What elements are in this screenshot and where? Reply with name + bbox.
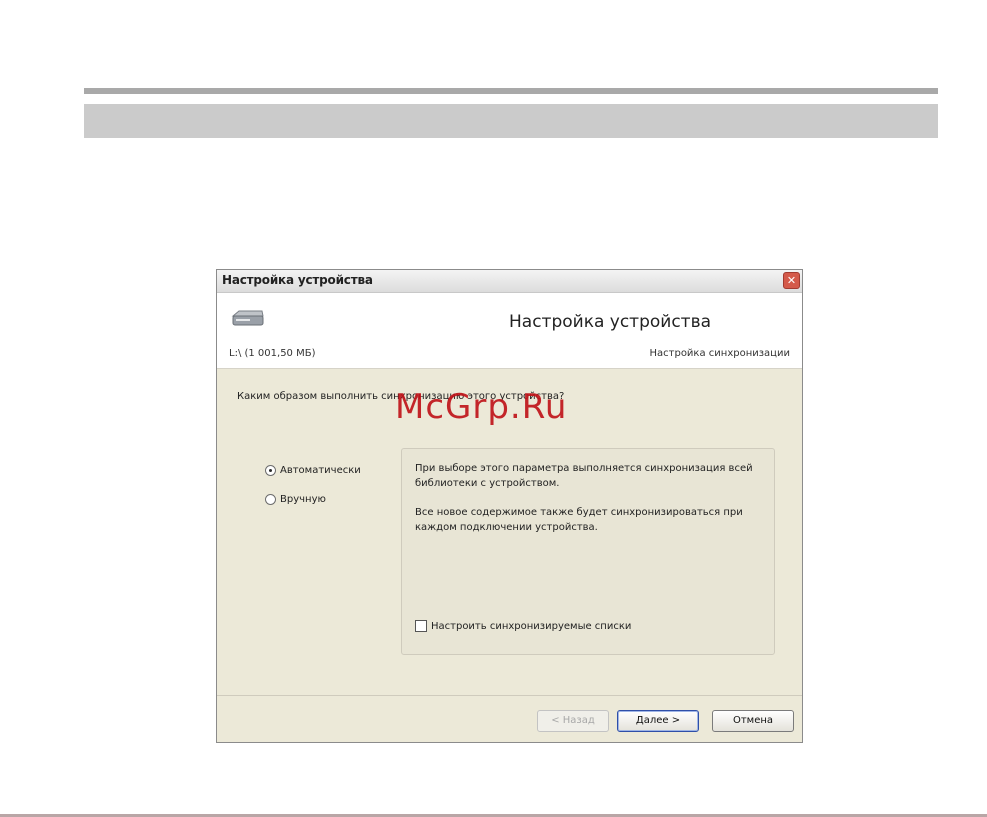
next-button[interactable]: Далее > [617, 710, 699, 732]
header-band [84, 104, 938, 138]
radio-manual-button[interactable] [265, 494, 276, 505]
header-panel: Настройка устройства L:\ (1 001,50 МБ) Н… [217, 293, 802, 369]
radio-manual-label: Вручную [280, 494, 326, 505]
customize-playlists-label: Настроить синхронизируемые списки [431, 620, 632, 632]
device-setup-dialog: Настройка устройства ✕ Настройка устройс… [216, 269, 803, 743]
description-paragraph-1: При выборе этого параметра выполняется с… [415, 463, 753, 489]
description-paragraph-2: Все новое содержимое также будет синхрон… [415, 507, 743, 533]
close-icon[interactable]: ✕ [783, 272, 800, 289]
watermark-text: McGrp.Ru [395, 387, 568, 427]
radio-manual[interactable]: Вручную [265, 494, 326, 505]
top-rule [84, 88, 938, 94]
window-title: Настройка устройства [222, 273, 373, 287]
option-description-box: При выборе этого параметра выполняется с… [401, 448, 775, 655]
header-title: Настройка устройства [509, 312, 712, 332]
customize-playlists-checkbox-row[interactable]: Настроить синхронизируемые списки [415, 620, 631, 632]
footer-separator [217, 695, 802, 696]
step-subtitle: Настройка синхронизации [649, 348, 791, 359]
radio-automatic-label: Автоматически [280, 465, 361, 476]
radio-automatic[interactable]: Автоматически [265, 465, 361, 476]
hard-drive-icon [231, 310, 264, 326]
back-button[interactable]: < Назад [537, 710, 609, 732]
customize-playlists-checkbox[interactable] [415, 620, 427, 632]
device-info: L:\ (1 001,50 МБ) [229, 348, 316, 359]
title-bar: Настройка устройства ✕ [217, 270, 802, 293]
radio-automatic-button[interactable] [265, 465, 276, 476]
cancel-button[interactable]: Отмена [712, 710, 794, 732]
